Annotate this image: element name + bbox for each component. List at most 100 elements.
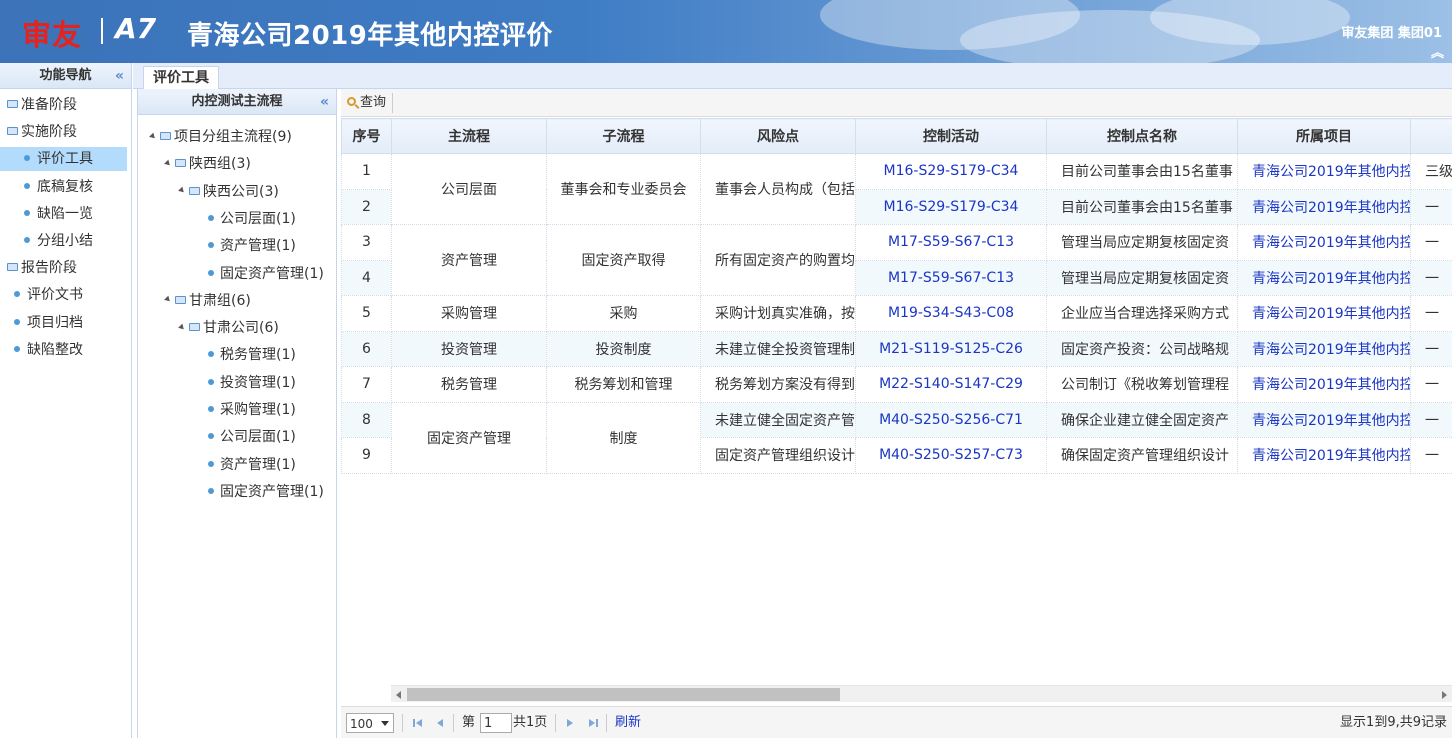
tree-node[interactable]: 采购管理(1): [208, 398, 296, 422]
table-cell: 青海公司2019年其他内控: [1237, 224, 1411, 261]
dot-icon: [208, 406, 214, 412]
column-header[interactable]: 控制活动: [855, 118, 1047, 154]
tree-node-label: 陕西组(3): [189, 156, 251, 173]
expand-arrow-icon[interactable]: [178, 186, 186, 195]
tree-node[interactable]: 固定资产管理(1): [208, 480, 324, 504]
sidebar-item[interactable]: 项目归档: [14, 311, 83, 335]
tree-node[interactable]: 投资管理(1): [208, 371, 296, 395]
sidebar-item[interactable]: 报告阶段: [7, 256, 77, 280]
tree-node[interactable]: 陕西公司(3): [178, 180, 279, 204]
table-row[interactable]: 1 公司层面 董事会和专业委员会 董事会人员构成（包括 M16-S29-S179-C34…: [341, 153, 1452, 225]
next-page-icon[interactable]: [567, 719, 573, 727]
table-cell: 资产管理: [391, 224, 547, 296]
table-row[interactable]: 7 税务管理 税务筹划和管理 税务筹划方案没有得到 M22-S140-S147-C29 公…: [341, 366, 1452, 403]
refresh-link[interactable]: 刷新: [615, 713, 641, 733]
tree-node[interactable]: 项目分组主流程(9): [149, 125, 292, 149]
tab-evaluation-tool[interactable]: 评价工具: [143, 66, 219, 90]
scrollbar-thumb[interactable]: [407, 688, 840, 701]
prev-page-icon[interactable]: [437, 719, 443, 727]
tree-node-label: 投资管理(1): [220, 374, 296, 391]
tree-node[interactable]: 陕西组(3): [164, 152, 251, 176]
horizontal-scrollbar[interactable]: [391, 685, 1452, 702]
tree-node[interactable]: 资产管理(1): [208, 453, 296, 477]
expand-arrow-icon[interactable]: [149, 132, 157, 140]
sidebar-item[interactable]: 缺陷整改: [14, 338, 83, 362]
sidebar-item[interactable]: 评价工具: [0, 147, 127, 171]
double-chevron-left-icon[interactable]: «: [115, 63, 124, 89]
dot-icon: [14, 346, 20, 352]
tree-node[interactable]: 甘肃公司(6): [178, 316, 279, 340]
table-row[interactable]: 6 投资管理 投资制度 未建立健全投资管理制 M21-S119-S125-C26 固定资产…: [341, 330, 1452, 367]
folder-icon: [7, 100, 18, 108]
tree-node[interactable]: 甘肃组(6): [164, 289, 251, 313]
scroll-right-icon[interactable]: [1442, 691, 1447, 699]
table-row[interactable]: 3 资产管理 固定资产取得 所有固定资产的购置均 M17-S59-S67-C13 管理当局…: [341, 224, 1452, 296]
tree-node[interactable]: 公司层面(1): [208, 425, 296, 449]
column-header[interactable]: 主流程: [391, 118, 547, 154]
expand-arrow-icon[interactable]: [164, 295, 172, 304]
process-tree-panel: 内控测试主流程 « 项目分组主流程(9) 陕西组(3) 陕西公司(3) 公司层面(1)…: [137, 89, 337, 738]
page-size-value: 100: [350, 717, 373, 731]
last-page-icon[interactable]: [596, 719, 598, 727]
table-cell: 所有固定资产的购置均: [700, 224, 856, 296]
tree-node-label: 陕西公司(3): [203, 183, 279, 200]
sidebar-item[interactable]: 缺陷一览: [24, 202, 93, 226]
dot-icon: [208, 214, 214, 221]
sidebar-item[interactable]: 实施阶段: [7, 120, 77, 144]
sidebar-item[interactable]: 分组小结: [24, 229, 93, 253]
table-cell: 7: [341, 366, 392, 403]
sidebar-item[interactable]: 评价文书: [14, 283, 83, 307]
search-icon: [347, 97, 356, 106]
last-page-icon[interactable]: [589, 719, 595, 727]
column-header[interactable]: 所属项目: [1237, 118, 1411, 154]
table-cell: 企业应当合理选择采购方式: [1046, 295, 1238, 332]
page-size-select[interactable]: 100: [346, 713, 394, 733]
folder-icon: [7, 263, 18, 271]
folder-icon: [160, 132, 171, 140]
expand-arrow-icon[interactable]: [178, 323, 186, 331]
sidebar-item-label: 实施阶段: [21, 124, 77, 140]
column-header[interactable]: 子流程: [546, 118, 701, 154]
table-cell: 公司制订《税收筹划管理程: [1046, 366, 1238, 403]
column-header[interactable]: 序号: [341, 118, 392, 154]
first-page-icon[interactable]: [416, 719, 422, 727]
sidebar-item-label: 项目归档: [27, 315, 83, 331]
logo-separator: [101, 18, 103, 44]
tree-node[interactable]: 资产管理(1): [208, 234, 296, 258]
table-cell: 一: [1410, 295, 1452, 332]
scroll-left-icon[interactable]: [396, 691, 401, 699]
sidebar-item-label: 报告阶段: [21, 260, 77, 276]
sidebar-item[interactable]: 底稿复核: [24, 175, 93, 199]
tree-node[interactable]: 公司层面(1): [208, 207, 296, 231]
sidebar-item-label: 准备阶段: [21, 97, 77, 113]
table-cell: 固定资产管理组织设计: [700, 437, 856, 474]
table-cell: 确保企业建立健全固定资产: [1046, 401, 1238, 438]
double-chevron-up-icon[interactable]: ︽: [1431, 42, 1444, 61]
column-header[interactable]: 控制点名称: [1046, 118, 1238, 154]
tree-node[interactable]: 固定资产管理(1): [208, 262, 324, 286]
column-header[interactable]: 底稿: [1410, 118, 1452, 154]
tree-node-label: 资产管理(1): [220, 238, 296, 255]
table-cell: 固定资产管理: [391, 401, 547, 474]
table-cell: M17-S59-S67-C13: [855, 259, 1047, 296]
column-header[interactable]: 风险点: [700, 118, 856, 154]
tree-node-label: 固定资产管理(1): [220, 483, 324, 500]
table-row[interactable]: 5 采购管理 采购 采购计划真实准确，按 M19-S34-S43-C08 企业应当合理选择…: [341, 295, 1452, 332]
pager-bar: 100 第 1 共1页 刷新 显示1到9,共9记录: [341, 706, 1452, 738]
pager-separator: [606, 714, 607, 732]
table-cell: 管理当局应定期复核固定资: [1046, 259, 1238, 296]
table-cell: M40-S250-S256-C71: [855, 401, 1047, 438]
tree-node[interactable]: 税务管理(1): [208, 343, 296, 367]
grid-area: 查询 序号主流程子流程风险点控制活动控制点名称所属项目底稿 1公司层面董事会和专…: [341, 89, 1452, 738]
table-cell: M21-S119-S125-C26: [855, 330, 1047, 367]
function-nav-title-label: 功能导航: [39, 68, 92, 83]
expand-arrow-icon[interactable]: [164, 159, 172, 168]
user-info[interactable]: 审友集团 集团01: [1341, 22, 1442, 41]
table-cell: 采购: [546, 295, 701, 332]
page-number-input[interactable]: 1: [480, 713, 512, 733]
double-chevron-left-icon[interactable]: «: [320, 89, 329, 115]
table-row[interactable]: 8 固定资产管理 制度 未建立健全固定资产管 M40-S250-S256-C71 确保企业…: [341, 401, 1452, 474]
query-button[interactable]: 查询: [347, 93, 394, 113]
first-page-icon[interactable]: [413, 719, 415, 727]
sidebar-item[interactable]: 准备阶段: [7, 93, 77, 117]
